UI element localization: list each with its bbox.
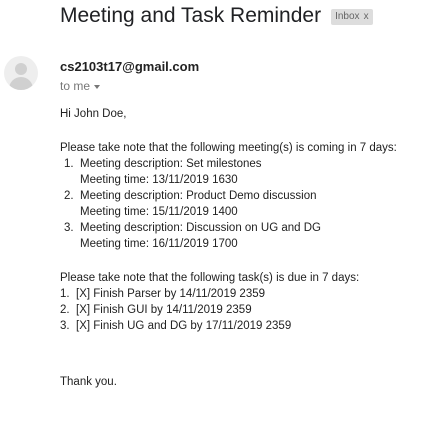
meeting-item: 3. Meeting description: Discussion on UG… (60, 220, 440, 252)
inbox-label-chip[interactable]: Inbox x (331, 9, 373, 25)
meeting-list: 1. Meeting description: Set milestones M… (60, 156, 440, 252)
avatar-body-icon (9, 77, 33, 90)
task-item: 1. [X] Finish Parser by 14/11/2019 2359 (60, 286, 440, 302)
recipient-text: to me (60, 79, 91, 93)
meeting-description: Meeting description: Product Demo discus… (80, 190, 317, 202)
meeting-number: 2. (64, 190, 74, 202)
email-subject: Meeting and Task Reminder (60, 4, 322, 27)
meeting-time: Meeting time: 15/11/2019 1400 (80, 206, 238, 218)
meeting-item: 2. Meeting description: Product Demo dis… (60, 188, 440, 220)
tasks-intro: Please take note that the following task… (60, 272, 360, 284)
meeting-item: 1. Meeting description: Set milestones M… (60, 156, 440, 188)
meeting-time: Meeting time: 13/11/2019 1630 (80, 174, 238, 186)
subject-row: Meeting and Task Reminder Inbox x (60, 4, 373, 28)
email-body: Hi John Doe, Please take note that the f… (60, 106, 440, 402)
task-text: [X] Finish GUI by 14/11/2019 2359 (76, 304, 252, 316)
greeting: Hi John Doe, (60, 108, 127, 120)
meeting-time: Meeting time: 16/11/2019 1700 (80, 238, 238, 250)
meetings-intro: Please take note that the following meet… (60, 142, 397, 154)
task-text: [X] Finish UG and DG by 17/11/2019 2359 (76, 320, 292, 332)
meeting-description: Meeting description: Set milestones (80, 158, 262, 170)
task-list: 1. [X] Finish Parser by 14/11/2019 2359 … (60, 286, 440, 334)
inbox-label-text: Inbox (335, 11, 360, 22)
recipient-details-toggle[interactable]: to me (60, 79, 101, 93)
avatar (4, 56, 38, 90)
closing: Thank you. (60, 376, 117, 388)
chevron-down-icon[interactable] (94, 84, 101, 89)
meeting-number: 3. (64, 222, 74, 234)
meeting-number: 1. (64, 158, 74, 170)
task-item: 3. [X] Finish UG and DG by 17/11/2019 23… (60, 318, 440, 334)
task-number: 2. (60, 304, 70, 316)
task-item: 2. [X] Finish GUI by 14/11/2019 2359 (60, 302, 440, 318)
task-text: [X] Finish Parser by 14/11/2019 2359 (76, 288, 266, 300)
sender-email: cs2103t17@gmail.com (60, 59, 200, 74)
task-number: 3. (60, 320, 70, 332)
task-number: 1. (60, 288, 70, 300)
remove-label-button[interactable]: x (364, 10, 369, 24)
avatar-head-icon (15, 63, 27, 75)
meeting-description: Meeting description: Discussion on UG an… (80, 222, 321, 234)
